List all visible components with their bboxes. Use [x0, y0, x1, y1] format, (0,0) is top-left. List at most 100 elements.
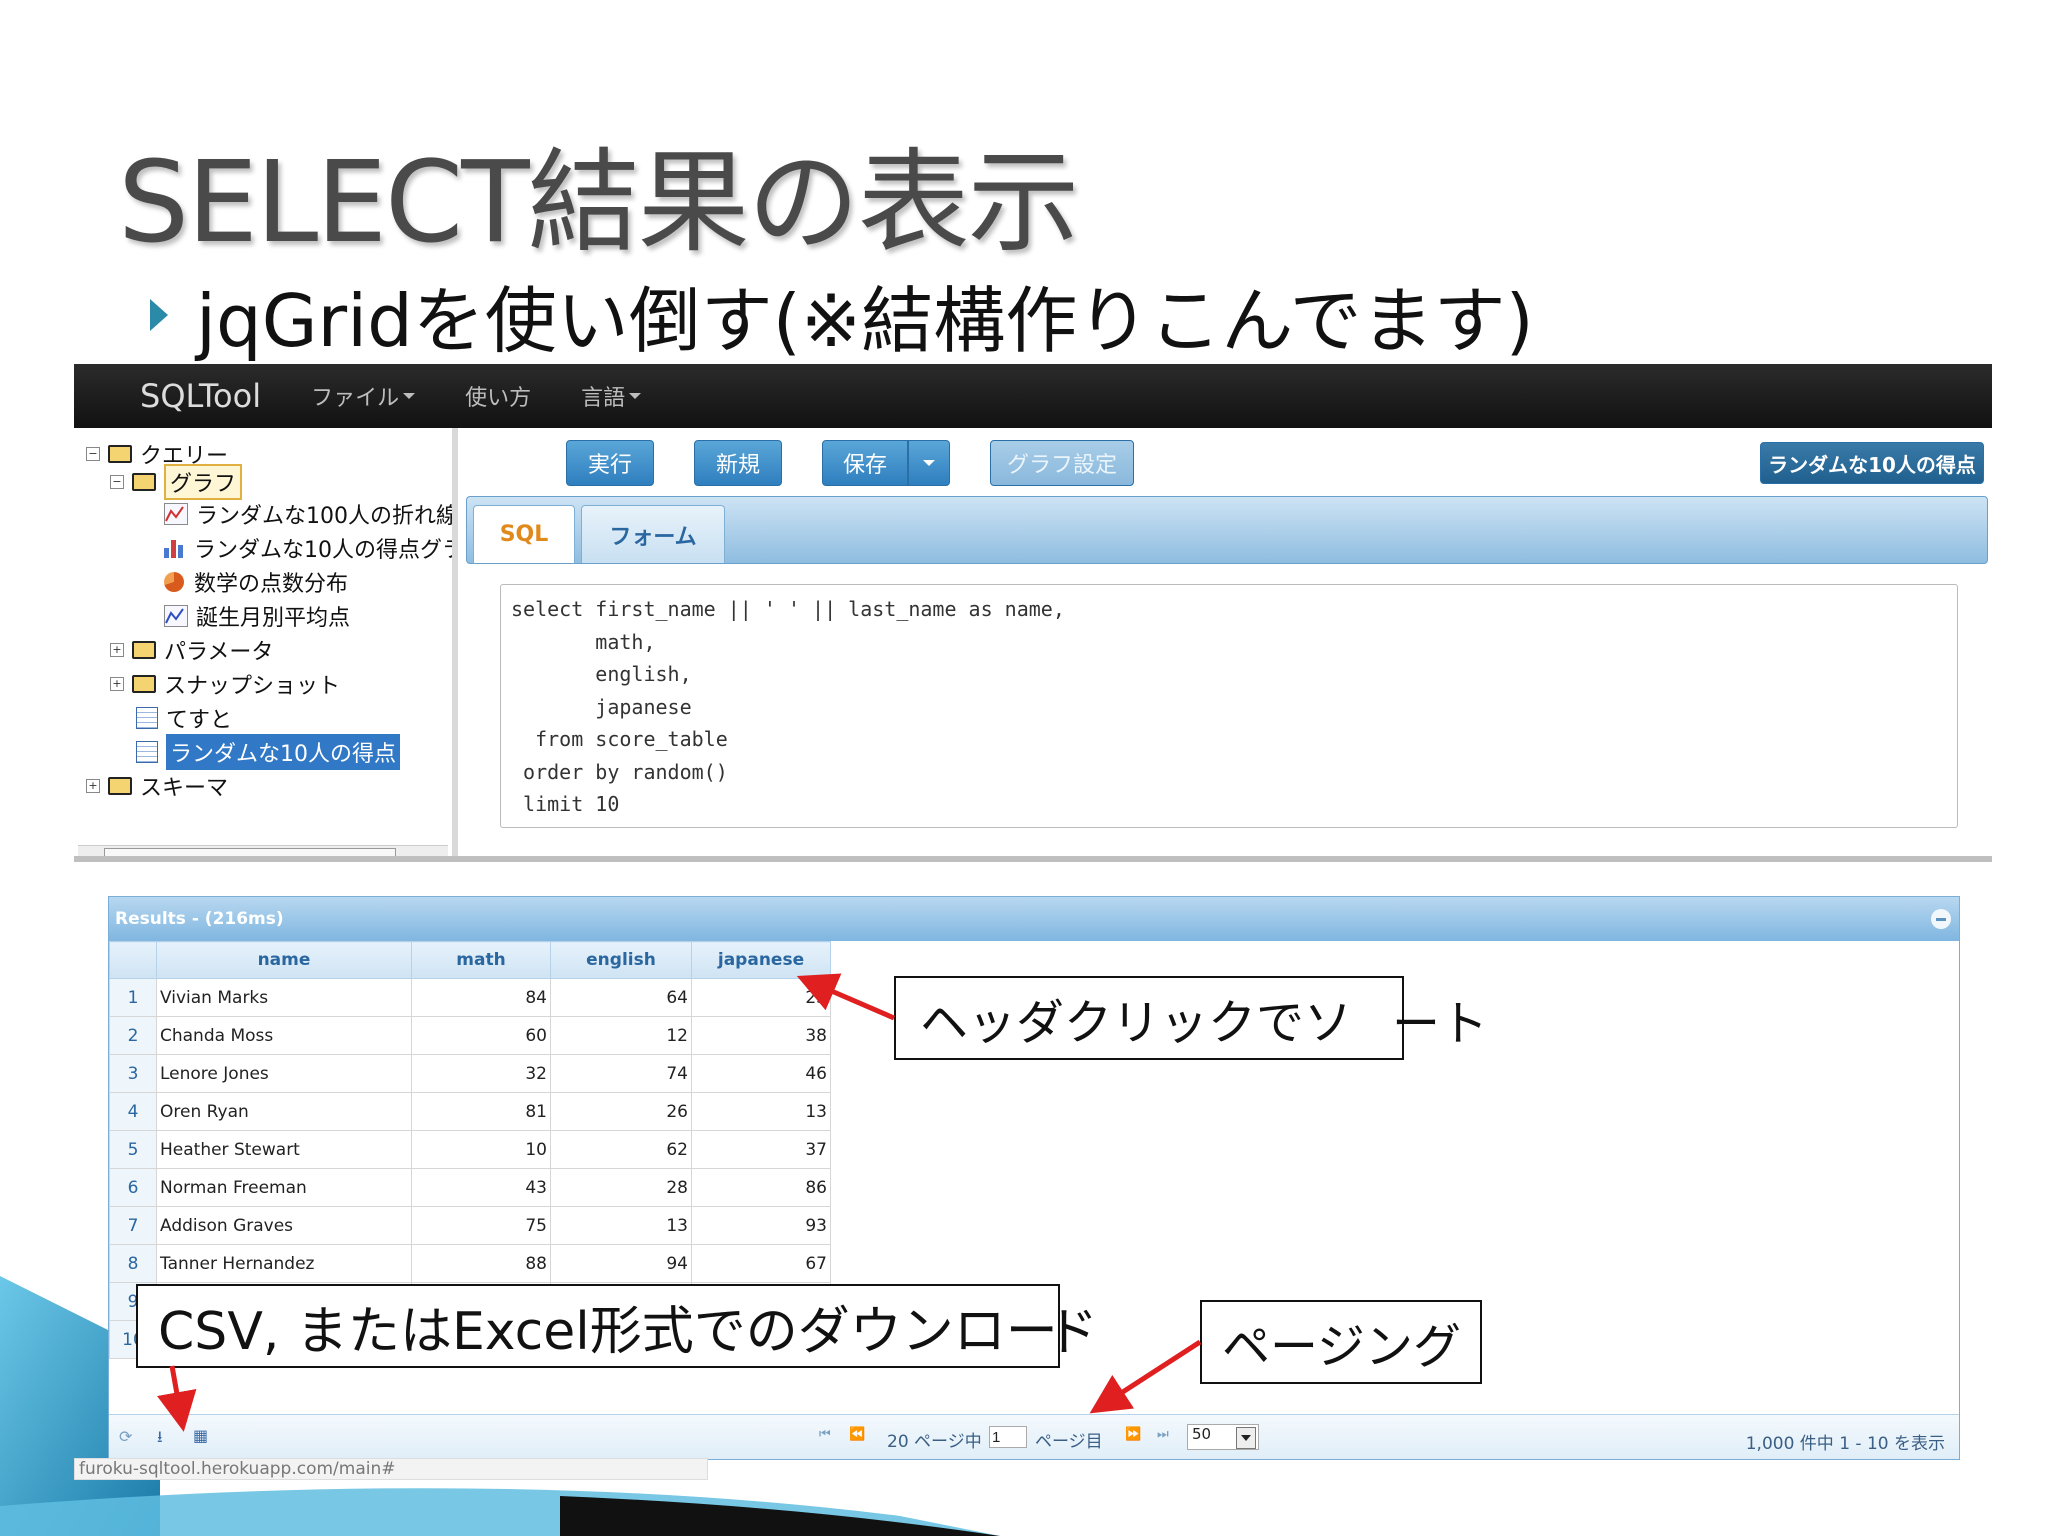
tree-label: ランダムな10人の得点 [166, 734, 400, 770]
page-number-input[interactable] [989, 1426, 1027, 1448]
tree-node-schema[interactable]: + スキーマ [86, 770, 228, 802]
menu-file[interactable]: ファイル [311, 380, 416, 412]
header-name[interactable]: name [156, 941, 412, 979]
table-row[interactable]: 2 Chanda Moss 60 12 38 [109, 1016, 831, 1055]
cell-name: Addison Graves [156, 1206, 412, 1245]
header-japanese[interactable]: japanese [691, 941, 831, 979]
row-number: 7 [109, 1206, 157, 1245]
callout-download-overflow: ド [1046, 1303, 1099, 1363]
slide-bullet: jqGridを使い倒す(※結構作りこんでます) [150, 262, 1534, 367]
cell-english: 64 [550, 978, 692, 1017]
cell-english: 26 [550, 1092, 692, 1131]
tree-label: ランダムな100人の折れ線グ [196, 504, 458, 529]
row-number: 2 [109, 1016, 157, 1055]
run-button[interactable]: 実行 [566, 440, 654, 486]
callout-download: CSV, またはExcel形式でのダウンロー [136, 1284, 1060, 1368]
cell-math: 10 [411, 1130, 551, 1169]
cell-math: 75 [411, 1206, 551, 1245]
callout-download-text: CSV, またはExcel形式でのダウンロー [158, 1301, 1058, 1362]
table-row[interactable]: 8 Tanner Hernandez 88 94 67 [109, 1244, 831, 1283]
tree-item-bar-chart[interactable]: ランダムな10人の得点グラフ [164, 532, 452, 564]
cell-name: Oren Ryan [156, 1092, 412, 1131]
download-icon[interactable]: ⭳ [157, 1426, 163, 1453]
collapse-icon[interactable] [1931, 909, 1951, 929]
callout-paging-text: ページング [1222, 1319, 1462, 1375]
header-english[interactable]: english [550, 941, 692, 979]
cell-math: 32 [411, 1054, 551, 1093]
cell-math: 88 [411, 1244, 551, 1283]
query-name-button[interactable]: ランダムな10人の得点 [1760, 442, 1984, 484]
tree-item-line-chart[interactable]: ランダムな100人の折れ線グ [164, 498, 458, 530]
cell-name: Norman Freeman [156, 1168, 412, 1207]
expand-toggle-icon[interactable]: + [110, 643, 124, 657]
folder-icon [132, 675, 156, 693]
cell-name: Heather Stewart [156, 1130, 412, 1169]
table-row[interactable]: 3 Lenore Jones 32 74 46 [109, 1054, 831, 1093]
header-math[interactable]: math [411, 941, 551, 979]
cell-english: 74 [550, 1054, 692, 1093]
tree-label: 誕生月別平均点 [196, 606, 351, 631]
expand-toggle-icon[interactable]: + [110, 677, 124, 691]
app-brand[interactable]: SQLTool [140, 377, 261, 415]
caret-down-icon [923, 460, 935, 466]
table-row[interactable]: 6 Norman Freeman 43 28 86 [109, 1168, 831, 1207]
pager-page-suffix: ページ目 [1035, 1432, 1103, 1452]
tree-node-graph[interactable]: − グラフ [110, 464, 243, 500]
table-row[interactable]: 7 Addison Graves 75 13 93 [109, 1206, 831, 1245]
tree-node-params[interactable]: + パラメータ [110, 634, 273, 666]
save-dropdown-button[interactable] [908, 440, 950, 486]
tree-item-line-chart-2[interactable]: 誕生月別平均点 [164, 600, 350, 632]
cell-japanese: 13 [691, 1092, 831, 1131]
collapse-toggle-icon[interactable]: − [110, 475, 124, 489]
tab-sql[interactable]: SQL [473, 505, 575, 563]
next-page-icon[interactable]: ⏩ [1125, 1427, 1141, 1442]
callout-paging: ページング [1200, 1300, 1482, 1384]
cell-japanese: 86 [691, 1168, 831, 1207]
tab-form[interactable]: フォーム [581, 505, 725, 563]
tree-node-snapshots[interactable]: + スナップショット [110, 668, 340, 700]
row-number: 8 [109, 1244, 157, 1283]
table-row[interactable]: 4 Oren Ryan 81 26 13 [109, 1092, 831, 1131]
editor-tabs: SQL フォーム [466, 496, 1988, 564]
collapse-toggle-icon[interactable]: − [86, 447, 100, 461]
cell-name: Lenore Jones [156, 1054, 412, 1093]
refresh-icon[interactable]: ⟳ [119, 1427, 132, 1446]
chevron-down-icon[interactable] [1236, 1427, 1256, 1449]
new-button[interactable]: 新規 [694, 440, 782, 486]
cell-math: 84 [411, 978, 551, 1017]
row-number: 4 [109, 1092, 157, 1131]
rows-per-page-value: 50 [1192, 1425, 1212, 1443]
cell-japanese: 23 [691, 978, 831, 1017]
tree-label: てすと [166, 708, 233, 733]
row-number: 5 [109, 1130, 157, 1169]
menu-language-label: 言語 [581, 386, 626, 411]
header-row: name math english japanese [109, 941, 831, 979]
expand-toggle-icon[interactable]: + [86, 779, 100, 793]
callout-sort-overflow: ート [1392, 996, 1489, 1052]
excel-export-icon[interactable]: ▦ [193, 1426, 208, 1445]
cell-math: 43 [411, 1168, 551, 1207]
header-rownum [109, 941, 157, 979]
graph-settings-button[interactable]: グラフ設定 [990, 440, 1134, 486]
cell-japanese: 37 [691, 1130, 831, 1169]
save-button[interactable]: 保存 [822, 440, 908, 486]
sql-editor[interactable]: select first_name || ' ' || last_name as… [500, 584, 1958, 828]
rows-per-page-select[interactable]: 50 [1187, 1424, 1259, 1450]
prev-page-icon[interactable]: ⏪ [849, 1427, 865, 1442]
menu-language[interactable]: 言語 [581, 380, 642, 412]
tree-item-selected-query[interactable]: ランダムな10人の得点 [136, 734, 400, 770]
menu-usage-label: 使い方 [465, 386, 532, 411]
tree-item-pie-chart[interactable]: 数学の点数分布 [164, 566, 348, 598]
last-page-icon[interactable]: ⏭ [1157, 1427, 1169, 1442]
tree-item-test[interactable]: てすと [136, 702, 232, 734]
table-row[interactable]: 1 Vivian Marks 84 64 23 [109, 978, 831, 1017]
first-page-icon[interactable]: ⏮ [819, 1427, 831, 1442]
table-row[interactable]: 5 Heather Stewart 10 62 37 [109, 1130, 831, 1169]
cell-name: Vivian Marks [156, 978, 412, 1017]
menu-usage[interactable]: 使い方 [465, 380, 531, 412]
query-tree: − クエリー − グラフ ランダムな100人の折れ線グ ランダムな10人の得点グ… [74, 428, 458, 862]
cell-japanese: 67 [691, 1244, 831, 1283]
caret-down-icon [403, 393, 416, 399]
query-sheet-icon [136, 741, 158, 763]
bullet-text: jqGridを使い倒す(※結構作りこんでます) [196, 279, 1534, 363]
